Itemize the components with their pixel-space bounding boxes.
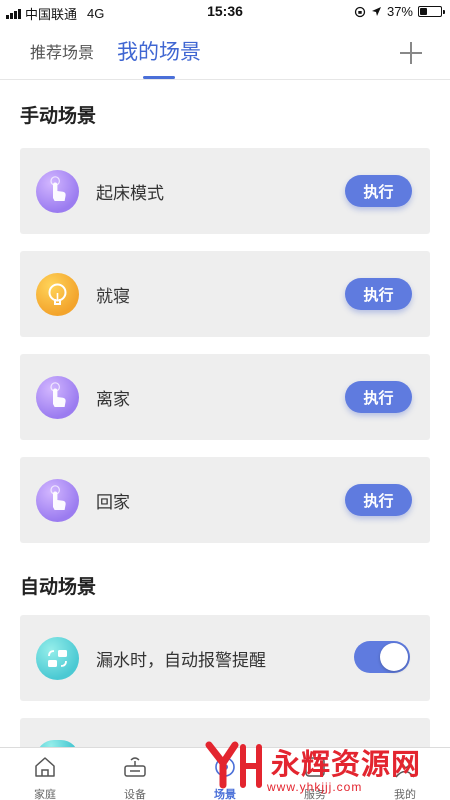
- location-icon: [371, 7, 381, 16]
- scene-label: 起床模式: [96, 183, 164, 203]
- nav-item-profile[interactable]: 我的: [360, 748, 450, 800]
- nav-label: 我的: [394, 789, 416, 800]
- scene-label: 回家: [96, 492, 130, 512]
- bottom-nav: 家庭 设备 场景 服务 我的: [0, 747, 450, 800]
- execute-button[interactable]: 执行: [345, 484, 412, 516]
- scene-label: 就寝: [96, 286, 130, 306]
- tab-my-scenes[interactable]: 我的场景: [117, 22, 201, 80]
- profile-icon: [395, 757, 415, 778]
- scene-icon: [215, 757, 235, 777]
- status-bar: 中国联通 4G 15:36 37%: [0, 0, 450, 22]
- nav-label: 家庭: [34, 789, 56, 800]
- toggle-knob: [380, 643, 408, 671]
- tab-recommended-scenes[interactable]: 推荐场景: [30, 22, 94, 80]
- scene-tabs: 推荐场景 我的场景: [0, 22, 450, 80]
- hand-tap-icon: [36, 376, 79, 419]
- execute-button[interactable]: 执行: [345, 381, 412, 413]
- home-icon: [35, 757, 55, 777]
- manual-scenes-heading: 手动场景: [20, 106, 97, 127]
- scene-card-leak-alarm[interactable]: 漏水时，自动报警提醒: [20, 615, 430, 701]
- service-icon: [305, 757, 325, 777]
- battery-percent: 37%: [386, 4, 413, 19]
- nav-item-scenes[interactable]: 场景: [180, 748, 270, 800]
- router-icon: [124, 757, 146, 777]
- auto-scenes-heading: 自动场景: [20, 577, 97, 598]
- execute-button[interactable]: 执行: [345, 175, 412, 207]
- nav-label: 设备: [124, 789, 146, 800]
- battery-icon: [418, 6, 445, 17]
- nav-label: 场景: [214, 789, 236, 800]
- nav-item-home[interactable]: 家庭: [0, 748, 90, 800]
- orientation-lock-icon: [354, 6, 366, 17]
- hand-tap-icon: [36, 479, 79, 522]
- hand-tap-icon: [36, 170, 79, 213]
- add-scene-button[interactable]: [400, 42, 422, 64]
- active-tab-indicator: [143, 76, 175, 79]
- scene-label: 离家: [96, 389, 130, 409]
- scene-card-return-home[interactable]: 回家 执行: [20, 457, 430, 543]
- scene-label: 漏水时，自动报警提醒: [96, 650, 266, 670]
- nav-item-services[interactable]: 服务: [270, 748, 360, 800]
- scene-card-leave-home[interactable]: 离家 执行: [20, 354, 430, 440]
- lightbulb-icon: [36, 273, 79, 316]
- swap-arrows-icon: [36, 637, 79, 680]
- nav-item-devices[interactable]: 设备: [90, 748, 180, 800]
- scene-enable-toggle[interactable]: [354, 641, 410, 673]
- status-right: 37%: [354, 4, 445, 19]
- scene-card-wakeup[interactable]: 起床模式 执行: [20, 148, 430, 234]
- scene-card-sleep[interactable]: 就寝 执行: [20, 251, 430, 337]
- execute-button[interactable]: 执行: [345, 278, 412, 310]
- nav-label: 服务: [304, 789, 326, 800]
